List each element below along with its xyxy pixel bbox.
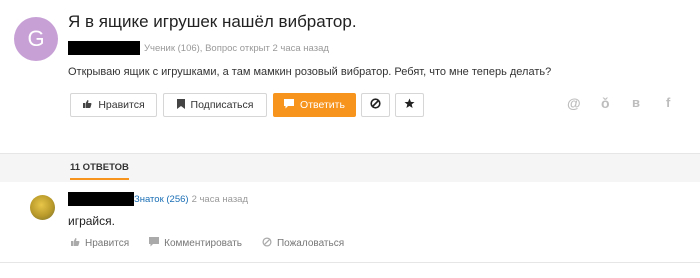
share-odnoklassniki-icon[interactable]: ǒ [601,95,610,111]
answer-author-rank[interactable]: Знаток (256) [134,194,189,205]
subscribe-button[interactable]: Подписаться [163,93,267,117]
answer-like-label: Нравится [85,238,130,249]
answer-comment-button[interactable]: Комментировать [149,237,242,250]
answer-comment-label: Комментировать [164,238,242,249]
avatar-letter: G [27,26,45,51]
answer-like-button[interactable]: Нравится [70,237,129,250]
share-facebook-icon[interactable]: f [666,95,670,110]
answer-author-row: Знаток (256) 2 часа назад [68,192,248,206]
question-page: G Я в ящике игрушек нашёл вибратор. Учен… [0,0,700,278]
question-body: Открываю ящик с игрушками, а там мамкин … [68,66,552,78]
bookmark-icon [176,98,185,112]
like-label: Нравится [98,99,145,111]
favorite-button[interactable] [395,93,424,117]
tab-answers[interactable]: 11 ОТВЕТОВ [70,162,129,180]
answer-time: 2 часа назад [191,193,248,205]
answers-tab-bar: 11 ОТВЕТОВ [0,153,700,182]
speech-bubble-icon [284,98,295,112]
answer-report-label: Пожаловаться [276,238,345,249]
question-author-meta: Ученик (106), Вопрос открыт 2 часа назад [144,42,329,54]
answer-actions: Нравится Комментировать Пожаловаться [70,237,364,250]
thumbs-up-icon [70,237,80,250]
thumbs-up-icon [82,99,92,112]
answer-author-avatar[interactable] [30,195,55,220]
answer-button[interactable]: Ответить [273,93,356,117]
answer-label: Ответить [300,99,345,111]
subscribe-label: Подписаться [190,99,254,111]
comment-icon [149,237,160,250]
report-icon [262,237,272,250]
question-title: Я в ящике игрушек нашёл вибратор. [68,12,357,31]
share-mail-icon[interactable]: @ [567,95,581,111]
answer-text: играйся. [68,214,115,228]
answer-report-button[interactable]: Пожаловаться [262,237,344,250]
question-author-row: Ученик (106), Вопрос открыт 2 часа назад [68,41,329,55]
share-vk-icon[interactable]: в [632,95,640,110]
divider [0,262,700,263]
question-author-avatar[interactable]: G [14,17,58,61]
block-button[interactable] [361,93,390,117]
star-icon [404,98,415,112]
block-icon [370,98,381,112]
redacted-author-name [68,41,140,55]
redacted-answer-author-name [68,192,134,206]
like-button[interactable]: Нравится [70,93,157,117]
